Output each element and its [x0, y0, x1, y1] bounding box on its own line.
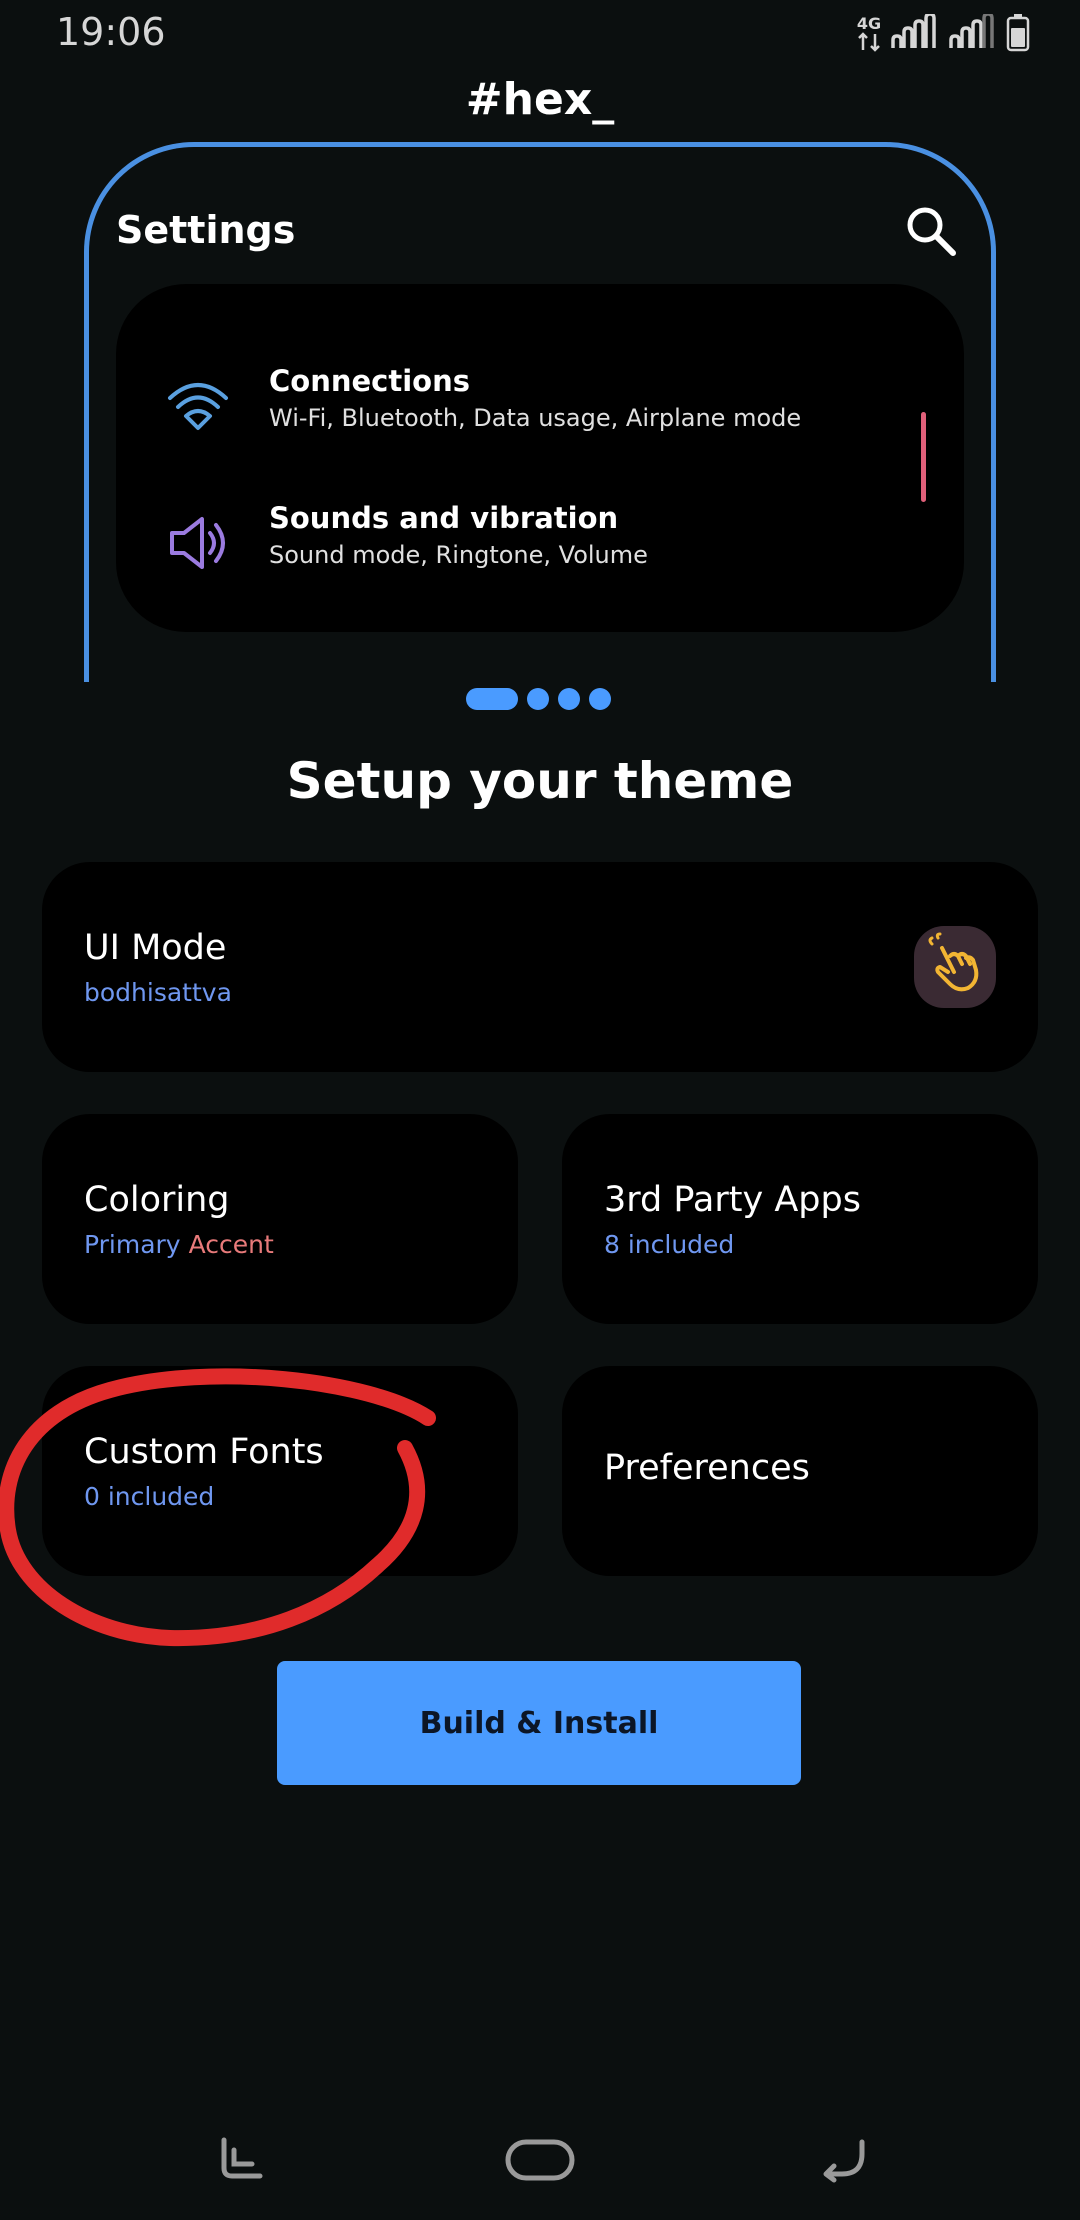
preview-title: Settings: [116, 208, 296, 252]
custom-fonts-card[interactable]: Custom Fonts 0 included: [42, 1366, 518, 1576]
hand-pointer-icon: [928, 932, 979, 992]
status-time: 19:06: [56, 10, 166, 54]
coloring-card[interactable]: Coloring Primary Accent: [42, 1114, 518, 1324]
card-title: Coloring: [84, 1180, 230, 1220]
app-title: #hex_: [465, 74, 615, 125]
pager-dot[interactable]: [527, 688, 549, 710]
battery-icon: [1006, 14, 1030, 52]
card-title: Preferences: [604, 1448, 810, 1488]
recents-icon[interactable]: [202, 2120, 282, 2200]
speaker-icon: [170, 517, 225, 569]
third-party-apps-card[interactable]: 3rd Party Apps 8 included: [562, 1114, 1038, 1324]
card-title: UI Mode: [84, 928, 227, 968]
preview-item-title: Sounds and vibration: [269, 501, 619, 535]
scroll-indicator: [921, 412, 926, 502]
preview-item-subtitle: Wi-Fi, Bluetooth, Data usage, Airplane m…: [269, 404, 802, 432]
preview-pager[interactable]: [466, 688, 611, 710]
home-icon[interactable]: [500, 2120, 580, 2200]
signal-icon: [949, 14, 994, 48]
section-heading: Setup your theme: [286, 752, 794, 810]
ui-mode-badge[interactable]: [914, 926, 996, 1008]
screen: 19:06 4G #hex_ Settings Connections Wi-F…: [0, 0, 1080, 2220]
navigation-bar: [0, 2120, 1080, 2200]
network-4g-icon: 4G: [856, 16, 882, 52]
wifi-icon: [168, 383, 228, 430]
card-subtitle: bodhisattva: [84, 978, 232, 1007]
coloring-primary-label: Primary: [84, 1230, 181, 1259]
preview-item-sounds: Sounds and vibration Sound mode, Rington…: [116, 493, 964, 593]
build-install-button[interactable]: Build & Install: [277, 1661, 801, 1785]
card-subtitle: Primary Accent: [84, 1230, 274, 1259]
coloring-accent-label: Accent: [188, 1230, 274, 1259]
back-icon[interactable]: [800, 2120, 880, 2200]
network-label: 4G: [856, 14, 882, 33]
ui-mode-card[interactable]: UI Mode bodhisattva: [42, 862, 1038, 1072]
card-title: Custom Fonts: [84, 1432, 324, 1472]
status-icons: 4G: [856, 12, 1030, 52]
pager-dot-active[interactable]: [466, 688, 518, 710]
preview-item-title: Connections: [269, 364, 470, 398]
status-bar: 19:06 4G: [0, 0, 1080, 64]
pager-dot[interactable]: [558, 688, 580, 710]
preview-item-subtitle: Sound mode, Ringtone, Volume: [269, 541, 648, 569]
signal-icon: [891, 14, 936, 48]
card-subtitle: 8 included: [604, 1230, 735, 1259]
pager-dot[interactable]: [589, 688, 611, 710]
preview-settings-list: Connections Wi-Fi, Bluetooth, Data usage…: [116, 284, 964, 632]
search-icon: [907, 207, 956, 256]
preferences-card[interactable]: Preferences: [562, 1366, 1038, 1576]
card-title: 3rd Party Apps: [604, 1180, 861, 1220]
preview-item-connections: Connections Wi-Fi, Bluetooth, Data usage…: [116, 356, 964, 456]
card-subtitle: 0 included: [84, 1482, 215, 1511]
